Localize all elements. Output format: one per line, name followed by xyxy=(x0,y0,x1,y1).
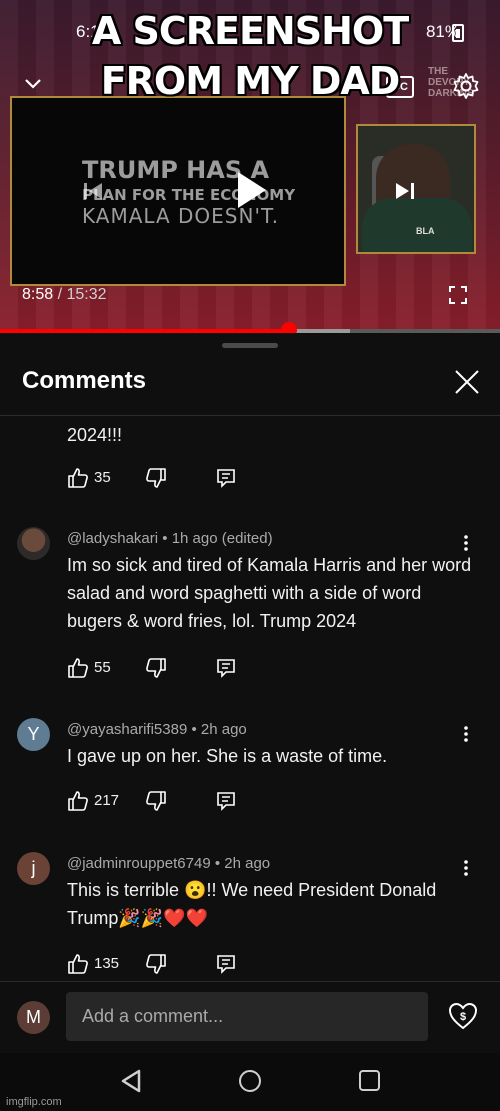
fullscreen-icon[interactable] xyxy=(448,285,468,305)
host-camera-pane: BLA xyxy=(356,124,476,254)
meme-caption-top: A SCREENSHOT xyxy=(91,9,409,53)
comment-text: This is terrible 😮!! We need President D… xyxy=(67,880,437,928)
like-count: 35 xyxy=(94,469,111,486)
slide-tagline: KAMALA DOESN'T. xyxy=(82,204,280,228)
slide-subline: PLAN FOR THE ECONOMY xyxy=(82,186,296,204)
avatar[interactable] xyxy=(17,527,50,560)
home-icon[interactable] xyxy=(239,1070,261,1092)
user-avatar[interactable]: M xyxy=(17,1001,50,1034)
system-nav-bar: imgflip.com xyxy=(0,1053,500,1111)
comment-actions: 217 xyxy=(67,790,247,814)
slide-pane: TRUMP HAS A PLAN FOR THE ECONOMY KAMALA … xyxy=(10,96,346,286)
comment-meta: @yayasharifi5389 • 2h ago xyxy=(67,721,247,738)
recents-icon[interactable] xyxy=(359,1070,380,1091)
reply-icon[interactable] xyxy=(215,790,237,812)
like-icon[interactable] xyxy=(67,657,89,679)
comment-input[interactable]: Add a comment... xyxy=(66,992,428,1041)
more-options-icon[interactable] xyxy=(456,724,476,744)
comment-text: I gave up on her. She is a waste of time… xyxy=(67,746,388,766)
comment-age: 2h ago xyxy=(200,721,247,738)
comment-author[interactable]: @jadminrouppet6749 xyxy=(67,855,211,872)
drag-handle[interactable] xyxy=(222,343,278,348)
play-icon[interactable] xyxy=(238,172,266,208)
close-icon[interactable] xyxy=(454,369,480,395)
video-duration: 15:32 xyxy=(66,286,107,303)
like-icon[interactable] xyxy=(67,953,89,975)
svg-text:$: $ xyxy=(460,1011,466,1023)
video-timecode: 8:58 / 15:32 xyxy=(22,286,107,304)
more-options-icon[interactable] xyxy=(456,858,476,878)
comments-panel: Comments 2024!!! 35 @ladyshakari • 1h ag… xyxy=(0,333,500,1053)
header-divider xyxy=(0,415,500,416)
previous-video-icon[interactable] xyxy=(82,180,104,202)
next-video-icon[interactable] xyxy=(394,180,416,202)
super-thanks-heart-icon[interactable]: $ xyxy=(448,1001,478,1031)
composer-divider xyxy=(0,981,500,982)
reply-icon[interactable] xyxy=(215,953,237,975)
shirt-text: BLA xyxy=(416,226,435,236)
avatar[interactable]: Y xyxy=(17,718,50,751)
time-separator: / xyxy=(53,286,67,303)
comment-actions: 135 xyxy=(67,953,247,977)
comment-author[interactable]: @ladyshakari xyxy=(67,530,158,547)
reply-icon[interactable] xyxy=(215,657,237,679)
dislike-icon[interactable] xyxy=(145,953,167,975)
scrubber-handle[interactable] xyxy=(280,322,297,333)
dislike-icon[interactable] xyxy=(145,467,167,489)
watermark: imgflip.com xyxy=(6,1096,62,1108)
comment-meta: @ladyshakari • 1h ago (edited) xyxy=(67,530,273,547)
panel-title: Comments xyxy=(22,367,147,394)
comment-meta: @jadminrouppet6749 • 2h ago xyxy=(67,855,271,872)
comment-actions: 35 xyxy=(67,467,247,491)
dislike-icon[interactable] xyxy=(145,790,167,812)
like-icon[interactable] xyxy=(67,467,89,489)
comment-author[interactable]: @yayasharifi5389 xyxy=(67,721,187,738)
reply-icon[interactable] xyxy=(215,467,237,489)
slide-headline: TRUMP HAS A xyxy=(82,156,270,184)
comment-text: 2024!!! xyxy=(67,425,123,445)
more-options-icon[interactable] xyxy=(456,533,476,553)
like-count: 55 xyxy=(94,659,111,676)
like-count: 135 xyxy=(94,955,120,972)
comment-age: 1h ago (edited) xyxy=(171,530,273,547)
comment-age: 2h ago xyxy=(224,855,271,872)
like-icon[interactable] xyxy=(67,790,89,812)
back-icon[interactable] xyxy=(120,1069,142,1093)
meme-caption-bottom: FROM MY DAD xyxy=(100,59,401,103)
avatar[interactable]: j xyxy=(17,852,50,885)
dislike-icon[interactable] xyxy=(145,657,167,679)
comment-actions: 55 xyxy=(67,657,247,681)
like-count: 217 xyxy=(94,792,120,809)
current-time: 8:58 xyxy=(22,286,54,303)
comment-text: Im so sick and tired of Kamala Harris an… xyxy=(67,555,472,631)
